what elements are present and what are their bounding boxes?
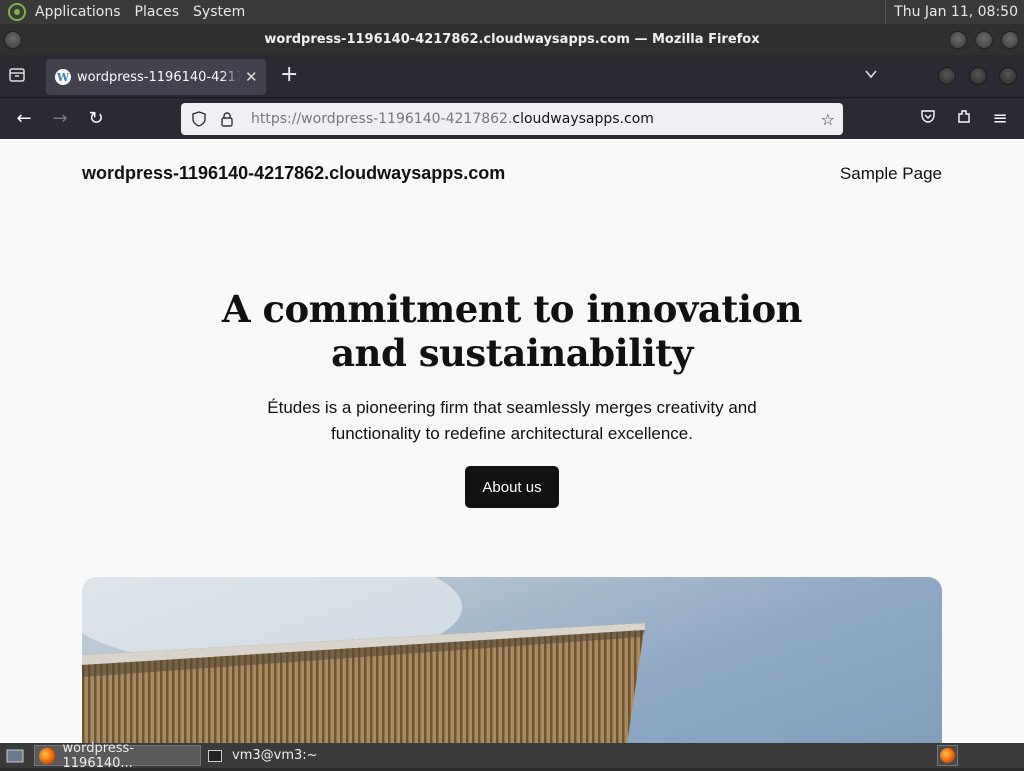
menu-system[interactable]: System xyxy=(186,0,252,24)
firefox-icon xyxy=(39,747,55,764)
site-title[interactable]: wordpress-1196140-4217862.cloudwaysapps.… xyxy=(82,163,505,184)
extensions-icon[interactable] xyxy=(953,108,975,130)
back-button[interactable]: ← xyxy=(13,108,35,130)
top-panel: Applications Places System Thu Jan 11, 0… xyxy=(0,0,1024,24)
lock-icon[interactable] xyxy=(219,111,235,127)
window-menu-icon[interactable] xyxy=(4,31,22,49)
tray-firefox-icon[interactable] xyxy=(937,745,958,766)
show-desktop-icon[interactable] xyxy=(2,745,28,766)
minimize-button[interactable] xyxy=(949,31,967,49)
tab-active[interactable]: W wordpress-1196140-4217862.cloudwaysapp… xyxy=(46,59,266,95)
taskbar-item-terminal[interactable]: vm3@vm3:~ xyxy=(204,745,344,766)
tab-title: wordpress-1196140-4217862.cloudwaysapps.… xyxy=(77,69,241,85)
nav-link-sample-page[interactable]: Sample Page xyxy=(840,164,942,184)
url-domain: cloudwaysapps.com xyxy=(512,111,654,127)
list-all-tabs-icon[interactable] xyxy=(8,66,30,86)
window-titlebar[interactable]: wordpress-1196140-4217862.cloudwaysapps.… xyxy=(0,24,1024,55)
window-control-middle[interactable] xyxy=(969,67,987,85)
wordpress-favicon-icon: W xyxy=(55,69,71,85)
hero-text: Études is a pioneering firm that seamles… xyxy=(267,398,757,443)
forward-button[interactable]: → xyxy=(49,108,71,130)
window-control-right[interactable] xyxy=(999,67,1017,85)
shield-icon[interactable] xyxy=(191,111,207,127)
new-tab-icon[interactable]: + xyxy=(280,64,298,86)
tab-close-icon[interactable]: ✕ xyxy=(245,68,258,86)
chevron-down-icon[interactable] xyxy=(864,66,878,85)
pocket-icon[interactable] xyxy=(917,108,939,130)
hero-heading: A commitment to innovation and sustainab… xyxy=(221,287,803,375)
url-text[interactable]: https://wordpress-1196140-4217862.cloudw… xyxy=(251,111,654,127)
bookmark-star-icon[interactable]: ☆ xyxy=(821,110,835,129)
about-us-button[interactable]: About us xyxy=(465,466,559,508)
taskbar-item-label: wordpress-1196140... xyxy=(62,740,135,771)
close-window-button[interactable] xyxy=(1001,31,1019,49)
clock[interactable]: Thu Jan 11, 08:50 xyxy=(885,0,1018,24)
window-title: wordpress-1196140-4217862.cloudwaysapps.… xyxy=(264,32,760,47)
web-content: wordpress-1196140-4217862.cloudwaysapps.… xyxy=(0,139,1024,743)
url-prefix: https://wordpress-1196140-4217862. xyxy=(251,111,513,127)
menu-applications[interactable]: Applications xyxy=(28,0,128,24)
maximize-button[interactable] xyxy=(975,31,993,49)
taskbar: wordpress-1196140... vm3@vm3:~ xyxy=(0,741,1024,771)
taskbar-item-label: vm3@vm3:~ xyxy=(232,748,318,763)
nav-toolbar: ← → ↻ https://wordpress-1196140-4217862.… xyxy=(0,97,1024,139)
terminal-icon xyxy=(208,749,222,762)
window-control-left[interactable] xyxy=(938,67,956,85)
taskbar-item-firefox[interactable]: wordpress-1196140... xyxy=(34,741,201,771)
hamburger-menu-icon[interactable]: ≡ xyxy=(989,108,1011,130)
distro-logo-icon[interactable] xyxy=(6,1,28,23)
menu-places[interactable]: Places xyxy=(128,0,187,24)
tab-bar: W wordpress-1196140-4217862.cloudwaysapp… xyxy=(0,55,1024,97)
hero-building-image xyxy=(82,577,942,743)
url-bar[interactable]: https://wordpress-1196140-4217862.cloudw… xyxy=(181,103,843,135)
reload-button[interactable]: ↻ xyxy=(85,108,107,130)
